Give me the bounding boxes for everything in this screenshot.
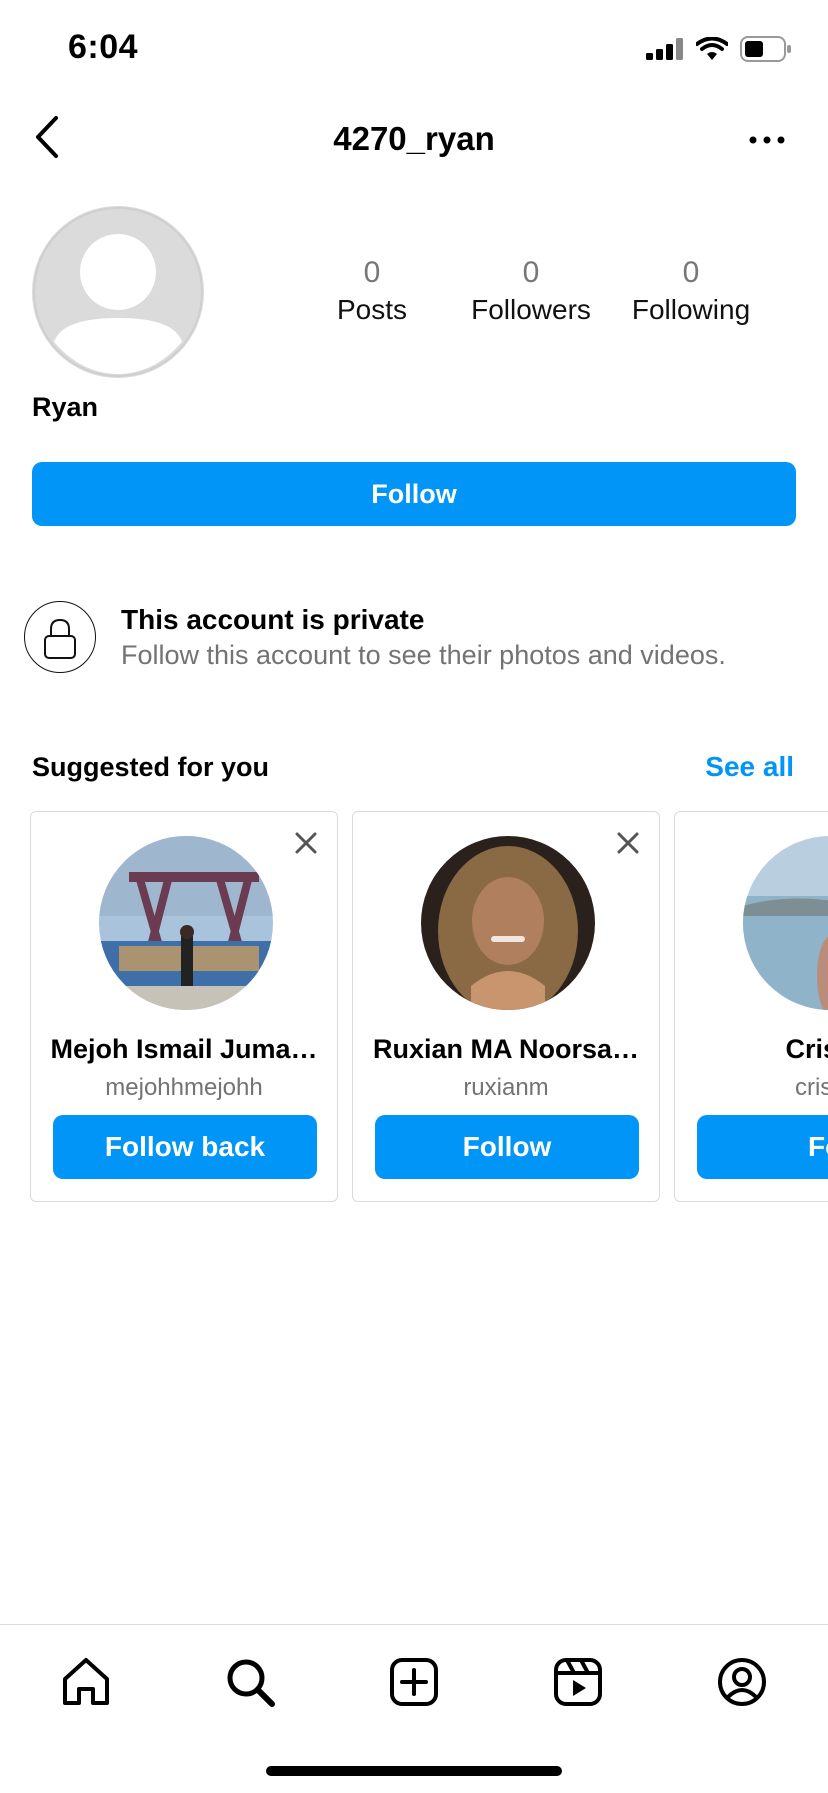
stat-posts[interactable]: 0 Posts [297,256,447,326]
stat-following-value: 0 [682,256,700,289]
more-icon [749,136,785,144]
search-icon [227,1659,275,1707]
lock-icon [44,618,76,659]
avatar-photo [743,836,828,1010]
signal-icon [646,38,683,60]
home-icon [63,1658,109,1705]
create-icon [390,1658,438,1706]
profile-icon [718,1658,766,1706]
lock-icon-circle [24,601,96,673]
stat-followers[interactable]: 0 Followers [456,256,606,326]
avatar-photo [421,836,595,1010]
suggestion-username: mejohhmejohh [105,1074,263,1101]
follow-suggestion-button[interactable]: Follow [375,1115,639,1179]
nav-profile[interactable] [715,1655,769,1709]
status-icons [646,36,792,62]
follow-back-button[interactable]: Follow back [53,1115,317,1179]
stat-followers-value: 0 [522,256,540,289]
nav-reels[interactable] [551,1655,605,1709]
close-icon[interactable] [615,830,641,856]
suggestion-card[interactable]: Mejoh Ismail Juma… mejohhmejohh Follow b… [30,811,338,1202]
suggestion-name: Mejoh Ismail Juma… [50,1034,318,1064]
profile-avatar [32,206,204,378]
follow-button[interactable]: Follow [32,462,796,526]
see-all-link[interactable]: See all [705,751,794,783]
suggestion-name: Cris Ki [785,1034,828,1064]
suggestion-card[interactable]: Ruxian MA Noorsa… ruxianm Follow [352,811,660,1202]
avatar-photo [99,836,273,1010]
close-icon[interactable] [293,830,319,856]
suggested-title: Suggested for you [32,752,270,782]
profile-display-name: Ryan [32,392,99,422]
nav-home[interactable] [59,1655,113,1709]
nav-search[interactable] [223,1655,277,1709]
reels-icon [554,1658,602,1706]
status-time: 6:04 [68,28,139,66]
follow-suggestion-button[interactable]: Fol [697,1115,828,1179]
stat-posts-label: Posts [336,294,408,325]
suggestion-card[interactable]: Cris Ki criskin Fol [674,811,828,1202]
suggestion-avatar[interactable] [743,836,828,1010]
wifi-icon [696,37,728,60]
profile-username-title: 4270_ryan [333,120,495,157]
private-title: This account is private [121,604,425,635]
private-subtitle: Follow this account to see their photos … [121,640,726,670]
battery-icon [740,36,791,62]
suggestion-username: ruxianm [463,1074,549,1101]
suggestion-name: Ruxian MA Noorsa… [372,1034,640,1064]
suggestion-avatar[interactable] [99,836,273,1010]
stat-following-label: Following [631,294,751,325]
stat-following[interactable]: 0 Following [616,256,766,326]
home-indicator [266,1766,562,1776]
stat-posts-value: 0 [363,256,381,289]
more-options-button[interactable] [748,128,786,152]
suggestion-username: criskin [794,1074,828,1101]
suggestion-avatar[interactable] [421,836,595,1010]
stat-followers-label: Followers [471,294,591,325]
default-avatar-icon [33,207,203,377]
nav-create[interactable] [387,1655,441,1709]
